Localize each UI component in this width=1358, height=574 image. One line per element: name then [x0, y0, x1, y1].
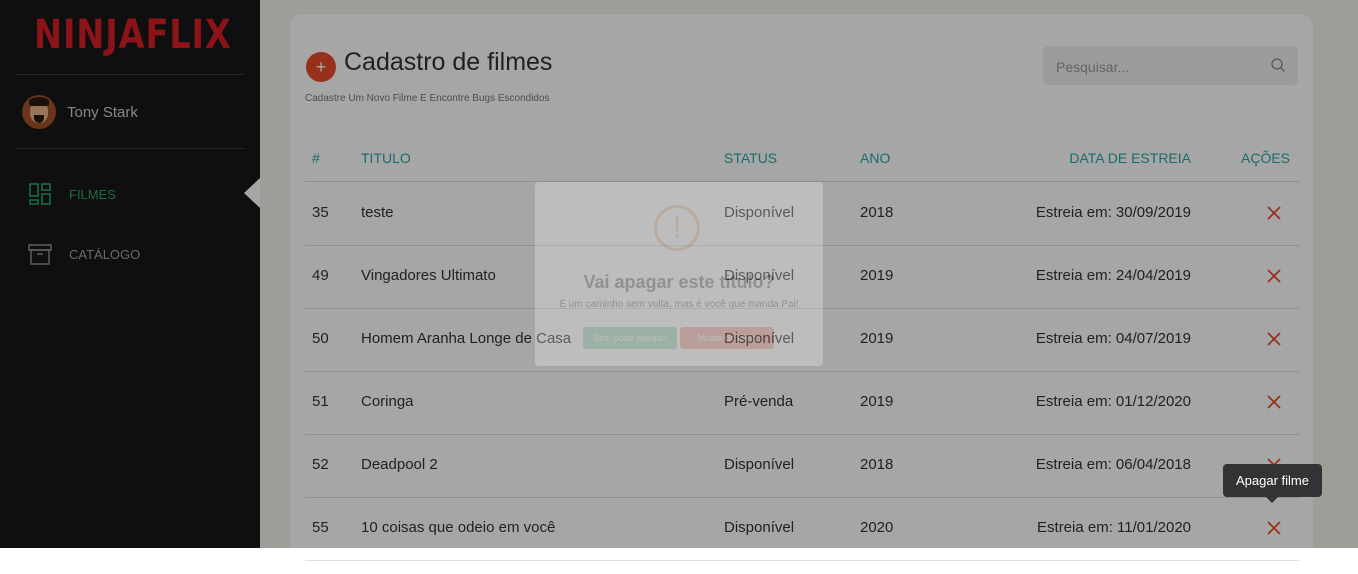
confirm-delete-button[interactable]: Sim, pode apagar! [583, 327, 677, 349]
tooltip: Apagar filme [1223, 464, 1322, 497]
modal-text: É um caminho sem volta, mas é você que m… [559, 299, 799, 310]
tooltip-arrow [1266, 497, 1278, 503]
modal-title: Vai apagar este titulo? [583, 272, 775, 292]
warning-icon: ! [654, 205, 700, 251]
cancel-button[interactable]: Mudei de ideia [680, 327, 774, 349]
confirm-delete-modal: ! Vai apagar este titulo? É um caminho s… [535, 182, 823, 366]
